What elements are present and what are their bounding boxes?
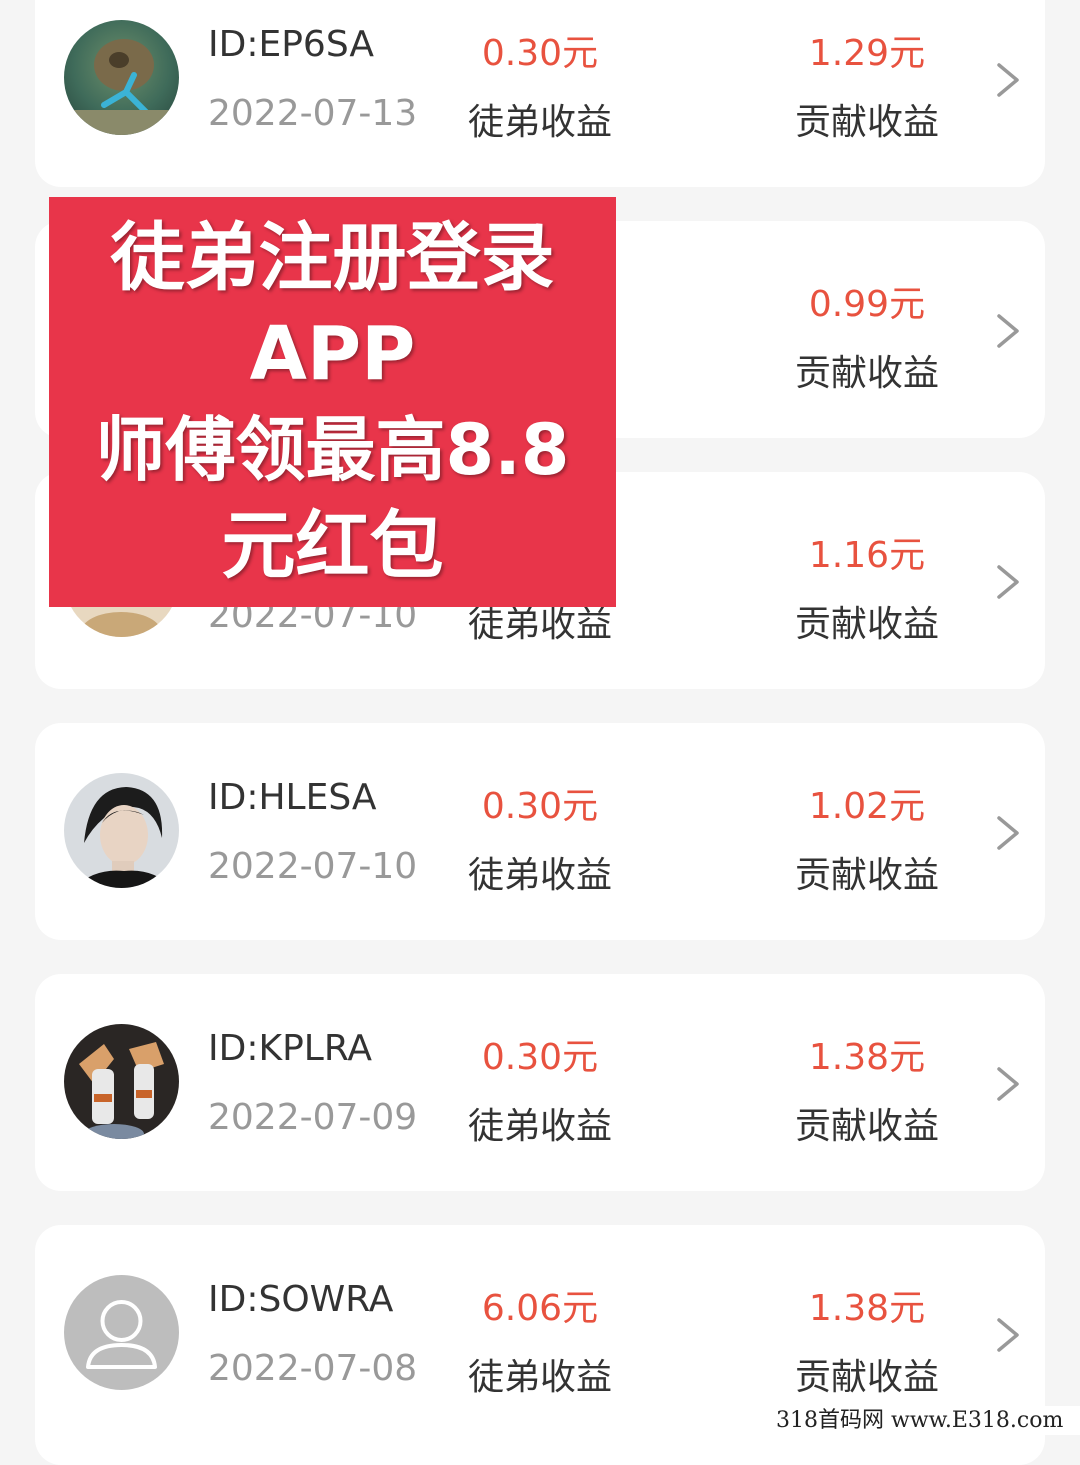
contribution-earnings-amount: 1.38元 bbox=[808, 1288, 926, 1329]
apprentice-card[interactable]: ID:HLESA 2022-07-10 0.30元 徒弟收益 1.02元 贡献收… bbox=[35, 723, 1045, 940]
join-date: 2022-07-08 bbox=[208, 1348, 418, 1389]
contribution-earnings-amount: 0.99元 bbox=[808, 284, 926, 325]
chevron-right-icon[interactable] bbox=[993, 564, 1023, 600]
user-id: ID:EP6SA bbox=[208, 24, 374, 65]
apprentice-earnings-label: 徒弟收益 bbox=[467, 1357, 612, 1398]
contribution-earnings-amount: 1.38元 bbox=[808, 1037, 926, 1078]
contribution-earnings-label: 贡献收益 bbox=[794, 353, 939, 394]
default-user-icon bbox=[64, 1275, 179, 1390]
join-date: 2022-07-09 bbox=[208, 1097, 418, 1138]
apprentice-earnings-amount: 0.30元 bbox=[481, 33, 599, 74]
apprentice-earnings-label: 徒弟收益 bbox=[467, 102, 612, 143]
join-date: 2022-07-10 bbox=[208, 846, 418, 887]
apprentice-earnings-amount: 6.06元 bbox=[481, 1288, 599, 1329]
apprentice-earnings-amount: 0.30元 bbox=[481, 786, 599, 827]
contribution-earnings-amount: 1.16元 bbox=[808, 535, 926, 576]
avatar bbox=[64, 20, 179, 135]
contribution-earnings-amount: 1.02元 bbox=[808, 786, 926, 827]
chevron-right-icon[interactable] bbox=[993, 1317, 1023, 1353]
avatar bbox=[64, 1024, 179, 1139]
apprentice-card[interactable]: ID:EP6SA 2022-07-13 0.30元 徒弟收益 1.29元 贡献收… bbox=[35, 0, 1045, 187]
promo-line-3: 师傅领最高8.8 bbox=[95, 409, 570, 491]
apprentice-earnings-label: 徒弟收益 bbox=[467, 855, 612, 896]
chevron-right-icon[interactable] bbox=[993, 815, 1023, 851]
apprentice-card[interactable]: ID:KPLRA 2022-07-09 0.30元 徒弟收益 1.38元 贡献收… bbox=[35, 974, 1045, 1191]
promo-line-1: 徒弟注册登录 bbox=[110, 215, 555, 301]
chevron-right-icon[interactable] bbox=[993, 313, 1023, 349]
contribution-earnings-amount: 1.29元 bbox=[808, 33, 926, 74]
contribution-earnings-label: 贡献收益 bbox=[794, 102, 939, 143]
user-id: ID:KPLRA bbox=[208, 1028, 373, 1069]
promo-line-2: APP bbox=[249, 311, 416, 397]
contribution-earnings-label: 贡献收益 bbox=[794, 1106, 939, 1147]
apprentice-earnings-amount: 0.30元 bbox=[481, 1037, 599, 1078]
user-id: ID:SOWRA bbox=[208, 1279, 394, 1320]
chevron-right-icon[interactable] bbox=[993, 62, 1023, 98]
join-date: 2022-07-13 bbox=[208, 93, 418, 134]
contribution-earnings-label: 贡献收益 bbox=[794, 1357, 939, 1398]
avatar bbox=[64, 773, 179, 888]
user-id: ID:HLESA bbox=[208, 777, 377, 818]
contribution-earnings-label: 贡献收益 bbox=[794, 604, 939, 645]
chevron-right-icon[interactable] bbox=[993, 1066, 1023, 1102]
promo-line-4: 元红包 bbox=[221, 503, 444, 589]
site-watermark: 318首码网 www.E318.com bbox=[770, 1406, 1080, 1435]
contribution-earnings-label: 贡献收益 bbox=[794, 855, 939, 896]
apprentice-earnings-label: 徒弟收益 bbox=[467, 1106, 612, 1147]
promo-banner: 徒弟注册登录 APP 师傅领最高8.8 元红包 bbox=[49, 197, 616, 607]
